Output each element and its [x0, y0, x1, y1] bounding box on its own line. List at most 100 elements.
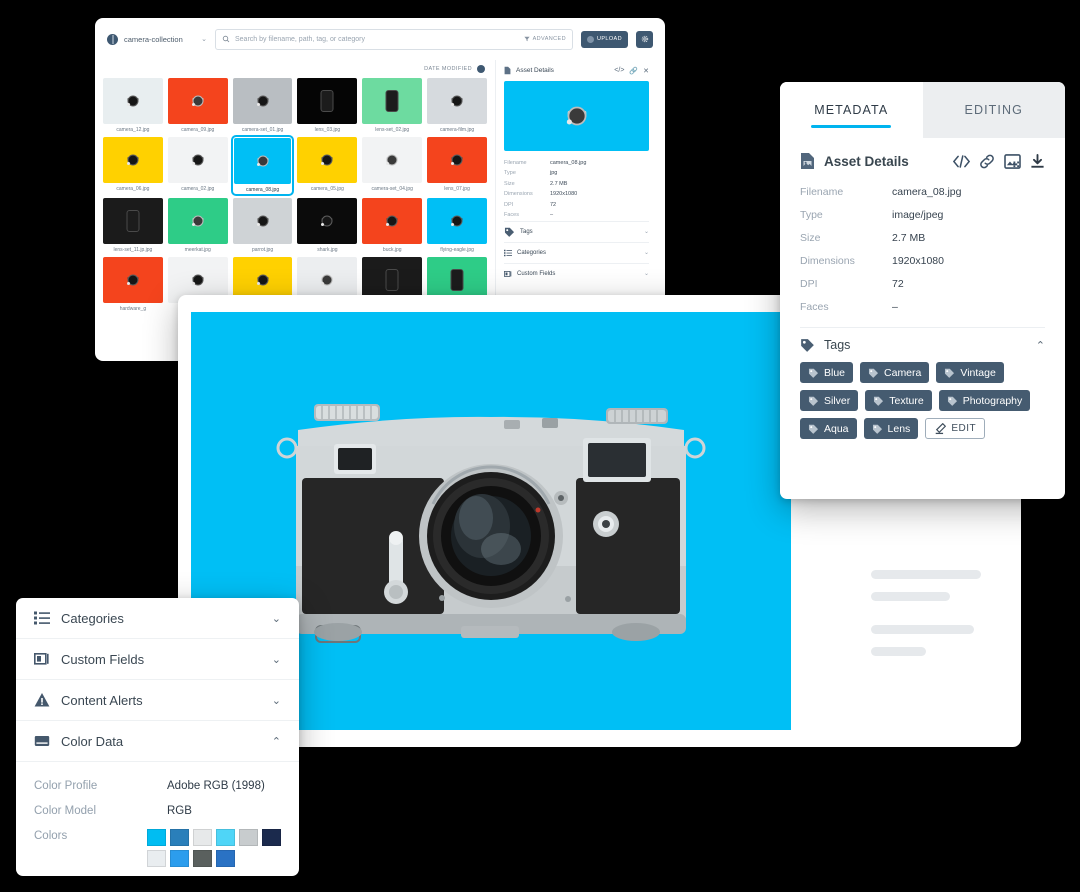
chevron-down-icon[interactable]: ⌄: [644, 228, 649, 235]
link-icon[interactable]: [979, 154, 995, 169]
sort-order-icon[interactable]: [477, 65, 485, 73]
chevron-up-icon[interactable]: ⌃: [1036, 339, 1045, 352]
chevron-down-icon[interactable]: ⌄: [272, 612, 281, 625]
settings-button[interactable]: [636, 30, 653, 48]
thumbnail-image: [232, 198, 293, 244]
color-swatch[interactable]: [216, 829, 235, 846]
chevron-down-icon[interactable]: ⌄: [272, 694, 281, 707]
thumbnail-item[interactable]: lens-set_11.jp.jpg: [103, 198, 163, 253]
color-swatch[interactable]: [170, 850, 189, 867]
tag-chip[interactable]: Camera: [860, 362, 930, 383]
tag-icon: [874, 396, 884, 406]
fields-icon: [34, 652, 49, 665]
color-swatch[interactable]: [193, 850, 212, 867]
inline-metadata-row: Dimensions 1920x1080: [504, 189, 649, 199]
tab-editing[interactable]: EDITING: [922, 82, 1065, 138]
thumbnail-filename: lens_03.jpg: [314, 127, 341, 133]
transparency-icon[interactable]: [1004, 153, 1021, 169]
thumbnail-image: [167, 137, 228, 183]
color-swatch[interactable]: [193, 829, 212, 846]
inline-section-categories[interactable]: Categories ⌄: [504, 241, 649, 263]
link-icon[interactable]: 🔗: [629, 67, 638, 75]
advanced-filter-button[interactable]: ADVANCED: [523, 36, 566, 42]
thumbnail-item[interactable]: meerkat.jpg: [167, 198, 228, 253]
color-model-row: Color Model RGB: [34, 799, 281, 824]
tags-section-header[interactable]: Tags ⌃: [800, 328, 1045, 362]
section-color-data[interactable]: Color Data ⌃: [16, 721, 299, 762]
thumbnail-item[interactable]: lens_07.jpg: [427, 137, 487, 194]
thumbnail-item[interactable]: camera-set_04.jpg: [362, 137, 423, 194]
thumbnail-item[interactable]: camera_02.jpg: [167, 137, 228, 194]
chevron-down-icon[interactable]: ⌄: [272, 653, 281, 666]
thumbnail-item[interactable]: lens-set_02.jpg: [362, 78, 423, 133]
color-data-icon: [34, 736, 50, 746]
thumbnail-item[interactable]: camera-film.jpg: [427, 78, 487, 133]
inline-section-custom-fields[interactable]: Custom Fields ⌄: [504, 262, 649, 284]
inline-preview-image[interactable]: [504, 81, 649, 151]
chevron-down-icon[interactable]: ⌄: [644, 270, 649, 277]
thumbnail-item[interactable]: camera_12.jpg: [103, 78, 163, 133]
embed-code-icon[interactable]: [953, 154, 970, 168]
thumbnail-filename: camera_06.jpg: [116, 186, 150, 192]
tag-label: Texture: [889, 394, 924, 407]
sort-control[interactable]: DATE MODIFIED: [103, 60, 487, 78]
embed-code-icon[interactable]: </>: [614, 67, 624, 74]
edit-tags-button[interactable]: EDIT: [925, 418, 986, 439]
thumbnail-filename: camera_05.jpg: [310, 186, 344, 192]
tab-metadata[interactable]: METADATA: [780, 82, 923, 138]
color-swatch[interactable]: [147, 850, 166, 867]
thumbnail-item[interactable]: camera_05.jpg: [297, 137, 358, 194]
close-icon[interactable]: ✕: [643, 67, 649, 75]
tag-chip[interactable]: Aqua: [800, 418, 857, 439]
tag-chip[interactable]: Blue: [800, 362, 854, 383]
thumbnail-item[interactable]: camera_09.jpg: [167, 78, 228, 133]
thumbnail-item[interactable]: camera_08.jpg: [230, 135, 295, 196]
upload-button[interactable]: UPLOAD: [580, 30, 628, 48]
inline-inspector-header: Asset Details </> 🔗 ✕: [504, 66, 649, 75]
tag-label: Camera: [884, 366, 922, 379]
color-swatch[interactable]: [239, 829, 258, 846]
thumbnail-item[interactable]: parrot.jpg: [232, 198, 293, 253]
tag-chip[interactable]: Vintage: [936, 362, 1004, 383]
tag-chip[interactable]: Texture: [865, 390, 932, 411]
inline-section-tags[interactable]: Tags ⌄: [504, 220, 649, 242]
color-swatch[interactable]: [170, 829, 189, 846]
thumbnail-filename: lens-set_11.jp.jpg: [113, 247, 153, 253]
thumbnail-item[interactable]: flying-eagle.jpg: [427, 198, 487, 253]
chevron-down-icon[interactable]: ⌄: [644, 249, 649, 256]
color-model-label: Color Model: [34, 805, 96, 817]
color-swatch[interactable]: [216, 850, 235, 867]
field-key: Faces: [504, 212, 519, 219]
asset-details-header: Asset Details: [800, 152, 1045, 170]
thumbnail-image: [103, 137, 163, 183]
section-categories[interactable]: Categories ⌄: [16, 598, 299, 639]
thumbnail-item[interactable]: hardware_g: [103, 257, 163, 312]
color-swatch[interactable]: [147, 829, 166, 846]
chevron-up-icon[interactable]: ⌃: [272, 735, 281, 748]
field-key: Filename: [800, 186, 844, 198]
search-input[interactable]: Search by filename, path, tag, or catego…: [215, 28, 573, 50]
section-custom-fields[interactable]: Custom Fields ⌄: [16, 639, 299, 680]
color-swatch[interactable]: [262, 829, 281, 846]
chevron-down-icon[interactable]: ⌄: [201, 35, 207, 43]
filter-icon: [523, 36, 530, 42]
tag-label: Aqua: [824, 422, 849, 435]
collection-selector[interactable]: camera-collection ⌄: [107, 33, 207, 45]
field-value: camera_08.jpg: [550, 160, 587, 166]
collection-name: camera-collection: [124, 34, 183, 44]
thumbnail-item[interactable]: camera_06.jpg: [103, 137, 163, 194]
section-label: Tags: [520, 228, 533, 235]
thumbnail-item[interactable]: buck.jpg: [362, 198, 423, 253]
tag-icon: [801, 339, 814, 352]
field-key: Type: [504, 170, 516, 177]
metadata-row: Dimensions 1920x1080: [800, 250, 1045, 273]
thumbnail-item[interactable]: camera-set_01.jpg: [232, 78, 293, 133]
section-content-alerts[interactable]: Content Alerts ⌄: [16, 680, 299, 721]
thumbnail-item[interactable]: lens_03.jpg: [297, 78, 358, 133]
tag-chip[interactable]: Photography: [938, 390, 1031, 411]
tag-chip[interactable]: Lens: [863, 418, 919, 439]
tag-icon: [504, 227, 515, 237]
thumbnail-item[interactable]: shark.jpg: [297, 198, 358, 253]
download-icon[interactable]: [1030, 153, 1045, 169]
tag-chip[interactable]: Silver: [800, 390, 859, 411]
